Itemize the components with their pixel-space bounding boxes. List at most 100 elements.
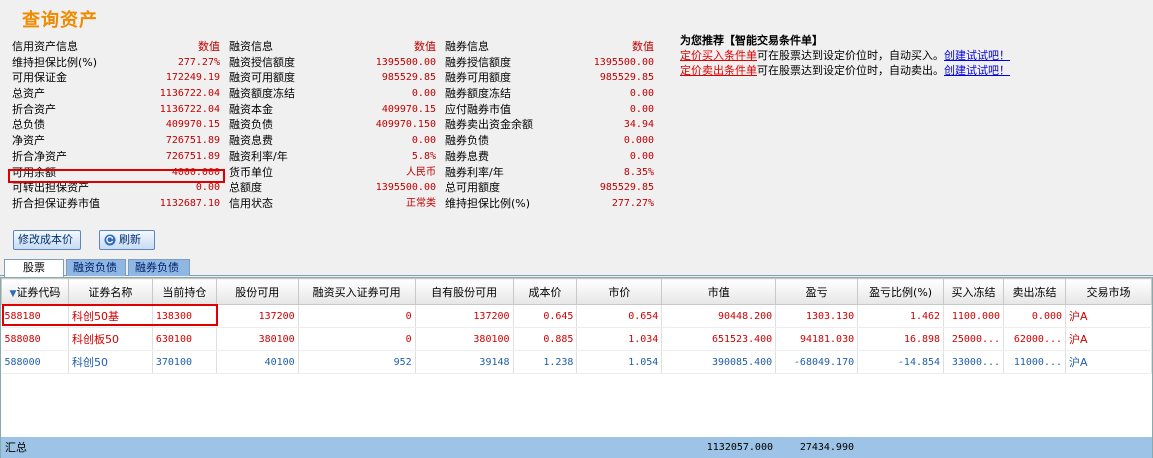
refresh-icon	[104, 234, 116, 246]
cell-cost-price: 0.645	[513, 304, 578, 328]
financing-value: 5.8%	[411, 150, 436, 162]
asset-info-row: 维持担保比例(%) 277.27% 融资授信额度 1395500.00 融券授信…	[10, 55, 658, 71]
refresh-button[interactable]: 刷新	[99, 230, 155, 250]
recommend-line-buy: 定价买入条件单可在股票达到设定价位时，自动买入。创建试试吧！	[680, 48, 1010, 63]
securities-lending-label: 融券额度冻结	[445, 87, 511, 101]
securities-lending-value: 34.94	[623, 119, 654, 131]
table-row[interactable]: 588000 科创50 370100 40100 952 39148 1.238…	[1, 350, 1152, 374]
securities-lending-label: 融券可用额度	[445, 71, 511, 85]
financing-value: 正常类	[406, 197, 436, 209]
securities-lending-label: 应付融券市值	[445, 102, 511, 116]
cell-sell-frozen: 11000...	[1003, 350, 1067, 374]
col-header-margin-available[interactable]: 融资买入证券可用	[297, 278, 416, 305]
holdings-table: ▼证券代码 证券名称 当前持仓 股份可用 融资买入证券可用 自有股份可用 成本价…	[0, 277, 1153, 458]
securities-lending-value: 数值	[632, 40, 654, 53]
cell-available: 40100	[216, 350, 299, 374]
cell-margin-available: 0	[298, 327, 416, 351]
financing-value: 0.00	[411, 88, 436, 100]
summary-profit: 27434.990	[799, 442, 854, 453]
col-header-market-price[interactable]: 市价	[576, 278, 663, 305]
asset-value: 1136722.04	[159, 103, 220, 115]
available-balance-highlight	[8, 169, 225, 183]
securities-lending-value: 1395500.00	[593, 56, 654, 68]
cell-available: 380100	[216, 327, 299, 351]
asset-label: 净资产	[12, 134, 45, 148]
cell-code: 588180	[1, 304, 69, 328]
cell-name: 科创板50	[68, 327, 153, 351]
col-header-buy-frozen[interactable]: 买入冻结	[943, 278, 1005, 305]
col-header-position[interactable]: 当前持仓	[151, 278, 217, 305]
cell-profit-ratio: -14.854	[857, 350, 945, 374]
table-row[interactable]: 588180 科创50基 138300 137200 0 137200 0.64…	[1, 304, 1152, 328]
recommend-title: 为您推荐【智能交易条件单】	[680, 34, 823, 47]
asset-label: 折合资产	[12, 102, 56, 116]
asset-info-row: 折合担保证券市值 1132687.10 信用状态 正常类 维持担保比例(%) 2…	[10, 196, 658, 212]
asset-label: 维持担保比例(%)	[12, 55, 98, 69]
col-header-market-value[interactable]: 市值	[661, 278, 777, 305]
create-buy-order-link[interactable]: 创建试试吧！	[944, 49, 1010, 62]
asset-value: 726751.89	[165, 150, 220, 162]
securities-lending-label: 融券授信额度	[445, 55, 511, 69]
col-header-profit[interactable]: 盈亏	[775, 278, 859, 305]
asset-info-row: 净资产 726751.89 融资息费 0.00 融券负债 0.000	[10, 133, 658, 149]
col-header-own-available[interactable]: 自有股份可用	[414, 278, 514, 305]
securities-lending-value: 0.00	[629, 88, 654, 100]
col-header-code[interactable]: ▼证券代码	[1, 278, 69, 305]
asset-label: 折合担保证券市值	[12, 196, 100, 210]
summary-market-value: 1132057.000	[706, 442, 773, 453]
cell-available: 137200	[216, 304, 299, 328]
recommend-line-sell: 定价卖出条件单可在股票达到设定价位时，自动卖出。创建试试吧！	[680, 63, 1010, 78]
asset-value: 277.27%	[177, 56, 220, 68]
cell-position: 630100	[152, 327, 217, 351]
asset-info-row: 总资产 1136722.04 融资额度冻结 0.00 融券额度冻结 0.00	[10, 86, 658, 102]
securities-lending-label: 融券息费	[445, 149, 489, 163]
securities-lending-label: 融券利率/年	[445, 165, 504, 179]
cell-profit-ratio: 16.898	[857, 327, 945, 351]
tab-lending-debt[interactable]: 融券负债	[128, 259, 190, 276]
financing-label: 总额度	[229, 181, 262, 195]
financing-value: 409970.15	[381, 103, 436, 115]
asset-value: 1136722.04	[159, 88, 220, 100]
col-header-name[interactable]: 证券名称	[67, 278, 153, 305]
cell-cost-price: 0.885	[513, 327, 578, 351]
asset-value: 409970.15	[165, 119, 220, 131]
sell-condition-order-link[interactable]: 定价卖出条件单	[680, 64, 757, 77]
asset-value: 726751.89	[165, 135, 220, 147]
edit-cost-price-button[interactable]: 修改成本价	[13, 230, 81, 250]
securities-lending-label: 融券负债	[445, 134, 489, 148]
buy-condition-order-link[interactable]: 定价买入条件单	[680, 49, 757, 62]
cell-market-value: 651523.400	[661, 327, 777, 351]
cell-market-price: 1.034	[576, 327, 663, 351]
financing-label: 融资息费	[229, 134, 273, 148]
securities-lending-value: 985529.85	[599, 72, 654, 84]
col-header-cost-price[interactable]: 成本价	[512, 278, 578, 305]
create-sell-order-link[interactable]: 创建试试吧！	[944, 64, 1010, 77]
cell-own-available: 39148	[415, 350, 514, 374]
cell-market-price: 0.654	[576, 304, 663, 328]
cell-profit: 94181.030	[775, 327, 859, 351]
securities-lending-value: 277.27%	[611, 197, 654, 209]
securities-lending-value: 985529.85	[599, 182, 654, 194]
table-header-row: ▼证券代码 证券名称 当前持仓 股份可用 融资买入证券可用 自有股份可用 成本价…	[1, 278, 1152, 305]
securities-lending-value: 0.00	[629, 103, 654, 115]
securities-lending-label: 融券卖出资金余额	[445, 118, 533, 132]
asset-info-row: 可用保证金 172249.19 融资可用额度 985529.85 融券可用额度 …	[10, 70, 658, 86]
cell-code: 588000	[1, 350, 69, 374]
col-header-profit-ratio[interactable]: 盈亏比例(%)	[857, 278, 945, 305]
tab-stocks[interactable]: 股票	[4, 259, 64, 277]
asset-info-grid: 信用资产信息 数值 融资信息 数值 融券信息 数值 维持担保比例(%) 277.…	[10, 39, 658, 212]
cell-own-available: 380100	[415, 327, 514, 351]
cell-position: 138300	[152, 304, 217, 328]
cell-market-price: 1.054	[576, 350, 663, 374]
col-header-available[interactable]: 股份可用	[215, 278, 299, 305]
financing-label: 融资可用额度	[229, 71, 295, 85]
asset-label: 折合净资产	[12, 149, 67, 163]
tab-financing-debt[interactable]: 融资负债	[66, 259, 126, 276]
summary-label: 汇总	[5, 441, 27, 454]
col-header-sell-frozen[interactable]: 卖出冻结	[1003, 278, 1067, 305]
cell-cost-price: 1.238	[513, 350, 578, 374]
col-header-market[interactable]: 交易市场	[1065, 278, 1152, 305]
cell-market-value: 90448.200	[661, 304, 777, 328]
cell-code: 588080	[1, 327, 69, 351]
table-row[interactable]: 588080 科创板50 630100 380100 0 380100 0.88…	[1, 327, 1152, 351]
